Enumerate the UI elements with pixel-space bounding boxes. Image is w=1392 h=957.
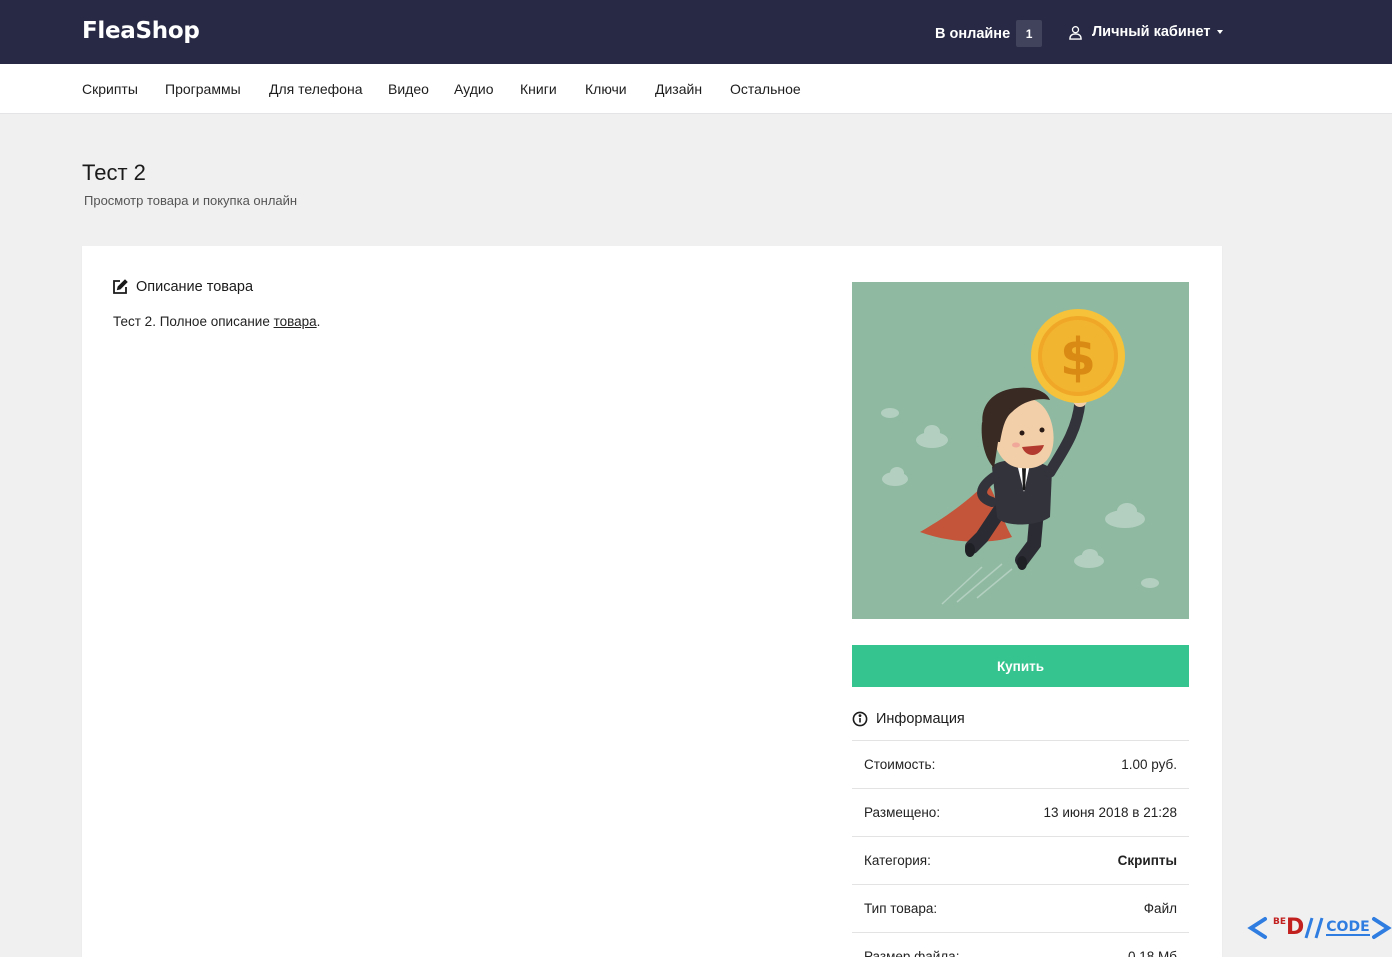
description-text-suffix: . — [316, 314, 321, 329]
online-count-badge: 1 — [1016, 20, 1043, 47]
info-value: 13 июня 2018 в 21:28 — [1043, 805, 1177, 820]
info-value: 1.00 руб. — [1121, 757, 1177, 772]
info-row-price: Стоимость: 1.00 руб. — [852, 740, 1189, 788]
code-bracket-right-icon — [1371, 917, 1392, 939]
description-text-prefix: Тест 2. Полное описание — [113, 314, 274, 329]
nav-item-video[interactable]: Видео — [388, 81, 429, 97]
page-subtitle: Просмотр товара и покупка онлайн — [84, 193, 298, 208]
info-row-filesize: Размер файла: 0.18 Мб — [852, 932, 1189, 957]
watermark-part-be: BE — [1273, 917, 1287, 927]
user-icon — [1069, 25, 1082, 40]
page-title: Тест 2 — [82, 160, 146, 185]
info-row-type: Тип товара: Файл — [852, 884, 1189, 932]
nav-item-scripts[interactable]: Скрипты — [82, 81, 138, 97]
info-value: 0.18 Мб — [1127, 949, 1177, 957]
description-text: Тест 2. Полное описание товара. — [113, 314, 320, 329]
watermark-part-d: D — [1286, 915, 1305, 940]
category-link[interactable]: Скрипты — [1118, 853, 1177, 868]
info-label: Тип товара: — [864, 901, 938, 916]
info-label: Стоимость: — [864, 757, 936, 772]
online-indicator: В онлайне 1 — [935, 20, 1043, 47]
site-logo[interactable]: FleaShop — [82, 18, 200, 44]
product-card: Описание товара Тест 2. Полное описание … — [82, 246, 1222, 957]
nav-item-phone[interactable]: Для телефона — [269, 81, 362, 97]
nav-item-keys[interactable]: Ключи — [585, 81, 627, 97]
nav-item-other[interactable]: Остальное — [730, 81, 801, 97]
nav-item-programs[interactable]: Программы — [165, 81, 241, 97]
online-label: В онлайне — [935, 25, 1011, 42]
info-table: Стоимость: 1.00 руб. Размещено: 13 июня … — [852, 740, 1189, 957]
description-link[interactable]: товара — [274, 314, 317, 329]
info-value: Файл — [1143, 901, 1177, 916]
info-icon — [852, 711, 868, 727]
superhero-businessman-icon: $ — [881, 309, 1159, 605]
info-label: Категория: — [864, 853, 931, 868]
nav-item-design[interactable]: Дизайн — [655, 81, 702, 97]
product-image: $ — [852, 282, 1189, 619]
info-label: Размещено: — [864, 805, 941, 820]
svg-text:$: $ — [1060, 328, 1096, 388]
info-row-posted: Размещено: 13 июня 2018 в 21:28 — [852, 788, 1189, 836]
slash-icon — [1304, 917, 1324, 939]
buy-button[interactable]: Купить — [852, 645, 1189, 687]
code-bracket-left-icon — [1247, 917, 1267, 939]
edit-icon — [113, 279, 128, 294]
chevron-down-icon — [1216, 30, 1223, 34]
info-heading-label: Информация — [876, 711, 965, 727]
info-label: Размер файла: — [864, 949, 960, 957]
nav-item-audio[interactable]: Аудио — [454, 81, 494, 97]
top-header: FleaShop В онлайне 1 Личный кабинет — [0, 0, 1392, 64]
category-nav: Скрипты Программы Для телефона Видео Ауд… — [0, 64, 1392, 114]
nav-item-books[interactable]: Книги — [520, 81, 557, 97]
description-heading: Описание товара — [112, 279, 253, 295]
watermark-logo: BE D CODE — [1247, 916, 1392, 940]
account-label: Личный кабинет — [1092, 24, 1211, 40]
watermark-part-code: CODE — [1326, 919, 1370, 936]
account-menu-button[interactable]: Личный кабинет — [1068, 24, 1223, 40]
info-row-category: Категория: Скрипты — [852, 836, 1189, 884]
info-heading: Информация — [852, 711, 965, 727]
description-heading-label: Описание товара — [136, 279, 254, 295]
